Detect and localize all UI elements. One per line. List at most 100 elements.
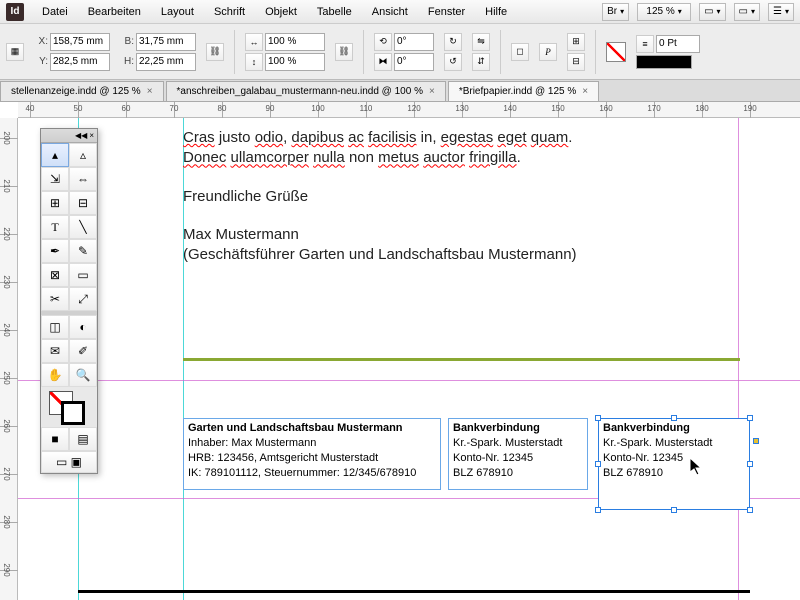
rotate-ccw-icon[interactable]: ↺ bbox=[444, 53, 462, 71]
workspace-dropdown[interactable]: ☰ bbox=[768, 3, 794, 21]
tab-anschreiben[interactable]: *anschreiben_galabau_mustermann-neu.indd… bbox=[166, 81, 446, 101]
pencil-tool[interactable]: ✎ bbox=[69, 239, 97, 263]
selection-handle[interactable] bbox=[747, 461, 753, 467]
line-tool[interactable]: ╲ bbox=[69, 215, 97, 239]
menu-tabelle[interactable]: Tabelle bbox=[309, 3, 360, 21]
tab-briefpapier[interactable]: *Briefpapier.indd @ 125 %× bbox=[448, 81, 599, 101]
app-logo: Id bbox=[6, 3, 24, 21]
h-label: H: bbox=[120, 56, 134, 67]
selection-handle[interactable] bbox=[595, 415, 601, 421]
gradient-swatch-tool[interactable]: ◫ bbox=[41, 315, 69, 339]
apply-color-icon[interactable]: ■ bbox=[41, 427, 69, 451]
screen-mode-dropdown[interactable]: ▭ bbox=[734, 3, 760, 21]
collapse-icon[interactable]: ◀◀ bbox=[75, 131, 87, 140]
ref-point-icon[interactable]: ▦ bbox=[6, 43, 24, 61]
rotate-field[interactable] bbox=[394, 33, 434, 51]
stroke-style-dropdown[interactable] bbox=[636, 55, 692, 69]
eyedropper-tool[interactable]: ✐ bbox=[69, 339, 97, 363]
stroke-weight-icon: ≡ bbox=[636, 35, 654, 53]
footer-line: Kr.-Spark. Musterstadt bbox=[603, 437, 712, 449]
stroke-color-icon[interactable] bbox=[61, 401, 85, 425]
fill-stroke-control[interactable] bbox=[41, 387, 97, 427]
menu-ansicht[interactable]: Ansicht bbox=[364, 3, 416, 21]
menu-fenster[interactable]: Fenster bbox=[420, 3, 473, 21]
view-mode-toggle[interactable]: ▭ ▣ bbox=[41, 451, 97, 473]
view-mode-dropdown[interactable]: ▭ bbox=[699, 3, 725, 21]
tools-panel-header[interactable]: ◀◀× bbox=[41, 129, 97, 143]
menu-objekt[interactable]: Objekt bbox=[257, 3, 305, 21]
distribute-icon[interactable]: ⊟ bbox=[567, 53, 585, 71]
fill-swatch[interactable] bbox=[606, 42, 626, 62]
close-icon[interactable]: × bbox=[429, 86, 435, 97]
tab-label: stellenanzeige.indd @ 125 % bbox=[11, 86, 141, 97]
gradient-feather-tool[interactable]: ◐ bbox=[69, 315, 97, 339]
footer-frame-bank-2-selected[interactable]: Bankverbindung Kr.-Spark. Musterstadt Ko… bbox=[598, 418, 750, 510]
rotate-cw-icon[interactable]: ↻ bbox=[444, 33, 462, 51]
selection-handle[interactable] bbox=[747, 415, 753, 421]
select-container-icon[interactable]: ◻ bbox=[511, 43, 529, 61]
menu-bearbeiten[interactable]: Bearbeiten bbox=[80, 3, 149, 21]
type-tool[interactable]: T bbox=[41, 215, 69, 239]
menu-datei[interactable]: Datei bbox=[34, 3, 76, 21]
zoom-dropdown[interactable]: 125 % bbox=[637, 3, 691, 21]
apply-gradient-icon[interactable]: ▤ bbox=[69, 427, 97, 451]
tab-stellenanzeige[interactable]: stellenanzeige.indd @ 125 % × bbox=[0, 81, 164, 101]
scissors-tool[interactable]: ✂ bbox=[41, 287, 69, 311]
x-field[interactable] bbox=[50, 33, 110, 51]
document-tabs: stellenanzeige.indd @ 125 % × *anschreibe… bbox=[0, 80, 800, 102]
selection-handle[interactable] bbox=[595, 507, 601, 513]
select-content-icon[interactable]: P bbox=[539, 43, 557, 61]
footer-title: Bankverbindung bbox=[603, 422, 690, 434]
selection-handle[interactable] bbox=[595, 461, 601, 467]
selection-tool[interactable]: ▴ bbox=[41, 143, 69, 167]
constrain-wh-icon[interactable]: ⛓ bbox=[206, 43, 224, 61]
footer-title: Bankverbindung bbox=[453, 422, 540, 434]
flip-h-icon[interactable]: ⇋ bbox=[472, 33, 490, 51]
close-icon[interactable]: × bbox=[147, 86, 153, 97]
footer-frame-company[interactable]: Garten und Landschaftsbau Mustermann Inh… bbox=[183, 418, 441, 490]
direct-selection-tool[interactable]: ▵ bbox=[69, 143, 97, 167]
constrain-scale-icon[interactable]: ⛓ bbox=[335, 43, 353, 61]
note-tool[interactable]: ✉ bbox=[41, 339, 69, 363]
shear-field[interactable] bbox=[394, 53, 434, 71]
page-tool[interactable]: ⇲ bbox=[41, 167, 69, 191]
content-collector-tool[interactable]: ⊞ bbox=[41, 191, 69, 215]
y-field[interactable] bbox=[50, 53, 110, 71]
rectangle-tool[interactable]: ▭ bbox=[69, 263, 97, 287]
close-icon[interactable]: × bbox=[89, 131, 94, 140]
tools-panel[interactable]: ◀◀× ▴ ▵ ⇲ ⇔ ⊞ ⊟ T ╲ ✒ ✎ ⊠ ▭ ✂ ⤢ ◫ ◐ ✉ ✐ … bbox=[40, 128, 98, 474]
gap-tool[interactable]: ⇔ bbox=[69, 167, 97, 191]
scaley-field[interactable] bbox=[265, 53, 325, 71]
vertical-ruler[interactable]: 200210220230240250260270280290 bbox=[0, 118, 18, 600]
flip-v-icon[interactable]: ⇵ bbox=[472, 53, 490, 71]
zoom-tool[interactable]: 🔍 bbox=[69, 363, 97, 387]
hand-tool[interactable]: ✋ bbox=[41, 363, 69, 387]
menu-layout[interactable]: Layout bbox=[153, 3, 202, 21]
stroke-weight-field[interactable] bbox=[656, 35, 700, 53]
content-placer-tool[interactable]: ⊟ bbox=[69, 191, 97, 215]
selection-handle[interactable] bbox=[671, 415, 677, 421]
bridge-button[interactable]: Br bbox=[602, 3, 629, 21]
menu-hilfe[interactable]: Hilfe bbox=[477, 3, 515, 21]
body-line-1: Cras justo odio, dapibus ac facilisis in… bbox=[183, 128, 577, 148]
horizontal-ruler[interactable]: 4050607080901001101201301401501601701801… bbox=[18, 102, 800, 118]
selection-handle[interactable] bbox=[671, 507, 677, 513]
canvas[interactable]: Cras justo odio, dapibus ac facilisis in… bbox=[18, 118, 800, 600]
close-icon[interactable]: × bbox=[582, 86, 588, 97]
signature-name: Max Mustermann bbox=[183, 225, 577, 245]
h-field[interactable] bbox=[136, 53, 196, 71]
menu-schrift[interactable]: Schrift bbox=[206, 3, 253, 21]
pen-tool[interactable]: ✒ bbox=[41, 239, 69, 263]
align-icon[interactable]: ⊞ bbox=[567, 33, 585, 51]
rotate-icon: ⟲ bbox=[374, 33, 392, 51]
selection-handle[interactable] bbox=[747, 507, 753, 513]
scaley-icon: ↕ bbox=[245, 53, 263, 71]
footer-frame-bank-1[interactable]: Bankverbindung Kr.-Spark. Musterstadt Ko… bbox=[448, 418, 588, 490]
rectangle-frame-tool[interactable]: ⊠ bbox=[41, 263, 69, 287]
document-stage: 4050607080901001101201301401501601701801… bbox=[0, 102, 800, 600]
w-field[interactable] bbox=[136, 33, 196, 51]
scalex-field[interactable] bbox=[265, 33, 325, 51]
signature-role: (Geschäftsführer Garten und Landschaftsb… bbox=[183, 245, 577, 265]
selection-handle[interactable] bbox=[753, 438, 759, 444]
free-transform-tool[interactable]: ⤢ bbox=[69, 287, 97, 311]
